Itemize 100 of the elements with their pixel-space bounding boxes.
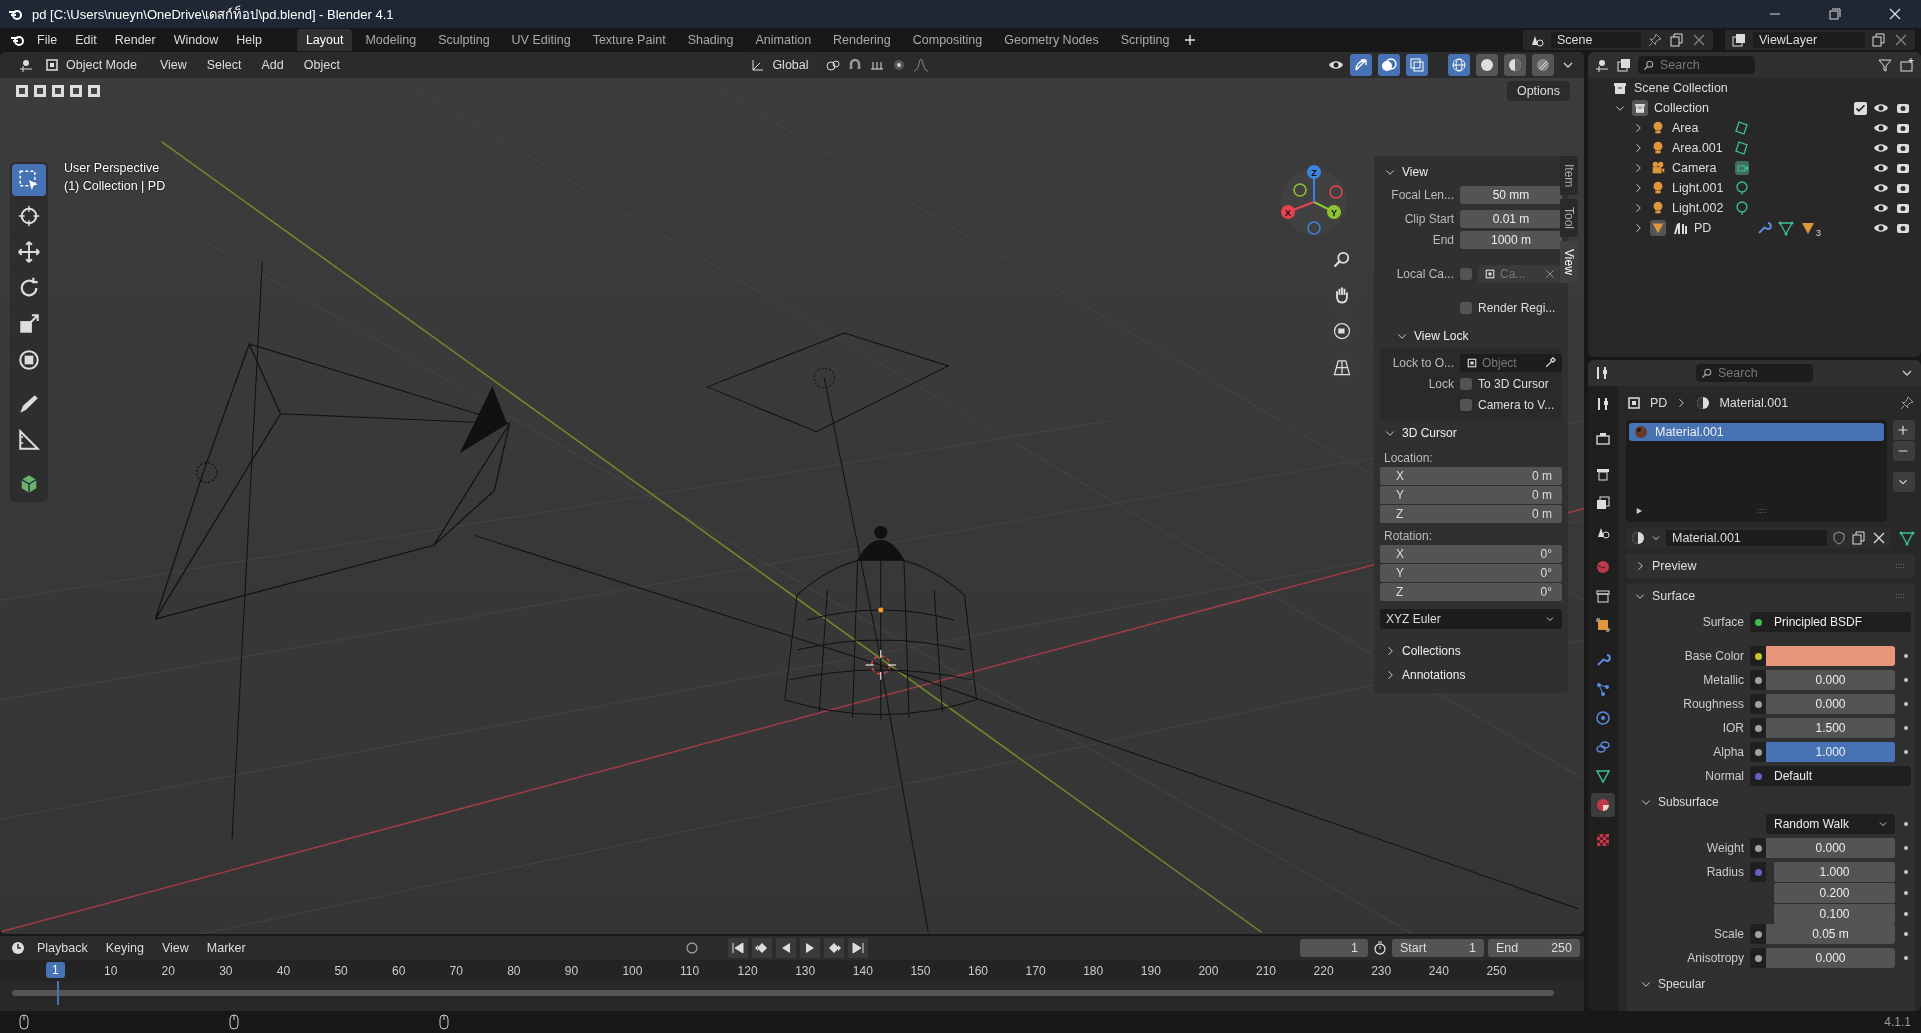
clock-icon[interactable] xyxy=(10,940,26,956)
link-field[interactable]: Default xyxy=(1766,766,1911,786)
keyframe-dot[interactable] xyxy=(1904,870,1908,874)
material-name[interactable]: Material.001 xyxy=(1666,530,1827,546)
keyframe-dot[interactable] xyxy=(1904,822,1908,826)
workspace-tab[interactable]: Modeling xyxy=(356,29,426,51)
checkbox[interactable] xyxy=(1854,101,1867,115)
stopwatch-icon[interactable] xyxy=(1372,940,1388,956)
prev-keyframe-icon[interactable] xyxy=(752,938,773,958)
subpanel-title[interactable]: Specular xyxy=(1658,977,1706,991)
number-field[interactable]: 0.200 xyxy=(1774,883,1895,903)
workspace-tab[interactable]: Shading xyxy=(678,29,743,51)
duplicate-icon[interactable] xyxy=(1851,530,1867,546)
record-icon[interactable] xyxy=(684,940,701,956)
tool-settings-icon[interactable] xyxy=(1594,365,1610,381)
view-layer-selector[interactable]: ViewLayer xyxy=(1725,30,1915,50)
link-field[interactable]: Principled BSDF xyxy=(1766,612,1911,632)
axis-ball[interactable] xyxy=(1281,205,1295,219)
workspace-tab[interactable]: Animation xyxy=(746,29,821,51)
socket-dot[interactable] xyxy=(1754,844,1762,852)
menu-item[interactable]: Playback xyxy=(30,939,95,957)
panel-title[interactable]: Collections xyxy=(1402,644,1461,658)
menu-item[interactable]: View xyxy=(152,56,194,74)
select-box-icon[interactable] xyxy=(12,164,46,196)
socket-dot[interactable] xyxy=(1754,772,1762,780)
number-field[interactable]: Y 0° xyxy=(1380,564,1562,582)
new-collection-icon[interactable] xyxy=(1899,57,1915,73)
next-keyframe-icon[interactable] xyxy=(824,938,845,958)
3d-cursor-icon[interactable] xyxy=(865,649,897,681)
number-field[interactable]: 0.01 m xyxy=(1460,210,1562,228)
rectangle-light-icon[interactable] xyxy=(1734,120,1750,136)
xray-icon[interactable] xyxy=(1406,54,1428,76)
pin-icon[interactable] xyxy=(1899,395,1915,411)
panel-title[interactable]: View xyxy=(1402,165,1428,179)
workspace-tab[interactable]: Scripting xyxy=(1111,29,1179,51)
workspace-tab[interactable]: Compositing xyxy=(903,29,992,51)
editor-type-icon[interactable] xyxy=(18,57,34,73)
slider[interactable]: 0.000 xyxy=(1766,948,1895,968)
axis-ball[interactable] xyxy=(1327,205,1341,219)
material-selector[interactable]: Material.001 xyxy=(1626,528,1891,548)
current-frame-marker[interactable]: 1 xyxy=(46,962,65,978)
workspace-tab[interactable]: Sculpting xyxy=(429,29,499,51)
keyframe-dot[interactable] xyxy=(1904,912,1908,916)
menu-item[interactable]: Keying xyxy=(98,939,151,957)
checkbox[interactable]: Render Regi... xyxy=(1460,301,1556,315)
scrollbar[interactable] xyxy=(12,990,1554,996)
object-field[interactable]: Object xyxy=(1460,354,1562,372)
list-item[interactable]: Material.001 xyxy=(1629,423,1884,441)
workspace-tab[interactable]: Geometry Nodes xyxy=(995,29,1108,51)
select-mode-icon[interactable] xyxy=(86,83,102,99)
checkbox[interactable]: To 3D Cursor xyxy=(1460,377,1549,391)
number-field[interactable]: Z 0 m xyxy=(1380,505,1562,523)
select-mode-icon[interactable] xyxy=(68,83,84,99)
number-field[interactable]: 1.500 xyxy=(1766,718,1895,738)
number-field[interactable]: Y 0 m xyxy=(1380,486,1562,504)
slot-menu-button[interactable] xyxy=(1893,472,1915,492)
keyframe-dot[interactable] xyxy=(1904,702,1908,706)
slider[interactable]: 0.000 xyxy=(1766,670,1895,690)
socket-dot[interactable] xyxy=(1754,868,1762,876)
slider[interactable]: 0.000 xyxy=(1766,838,1895,858)
close-icon[interactable] xyxy=(1871,530,1887,546)
duplicate-icon[interactable] xyxy=(1669,32,1685,48)
eyedropper-icon[interactable] xyxy=(1544,357,1556,369)
current-frame-field[interactable]: 1 xyxy=(1300,939,1368,957)
socket-dot[interactable] xyxy=(1754,748,1762,756)
keyframe-dot[interactable] xyxy=(1904,750,1908,754)
socket-dot[interactable] xyxy=(1754,954,1762,962)
overlapping-circles-icon[interactable] xyxy=(1378,54,1400,76)
socket-dot[interactable] xyxy=(1754,652,1762,660)
restore-icon[interactable] xyxy=(1827,6,1843,22)
filter-icon[interactable] xyxy=(1877,57,1893,73)
menu-item[interactable]: Marker xyxy=(199,939,253,957)
point-light-icon[interactable] xyxy=(1734,180,1750,196)
link-icon[interactable] xyxy=(824,57,841,73)
workspace-tab[interactable]: UV Editing xyxy=(502,29,580,51)
close-icon[interactable] xyxy=(1887,6,1903,22)
tree-item[interactable]: Camera xyxy=(1672,161,1728,175)
number-field[interactable]: 50 mm xyxy=(1460,186,1562,204)
checkbox[interactable] xyxy=(1460,268,1472,280)
color-swatch[interactable] xyxy=(1766,646,1895,666)
number-field[interactable]: 1000 m xyxy=(1460,231,1562,249)
number-field[interactable]: 0.100 xyxy=(1774,904,1895,924)
reverse-play-icon[interactable] xyxy=(776,938,797,958)
tree-item[interactable]: Area xyxy=(1672,121,1728,135)
select-mode-icon[interactable] xyxy=(50,83,66,99)
tree-item[interactable]: Light.001 xyxy=(1672,181,1728,195)
checkbox[interactable]: Camera to V... xyxy=(1460,398,1555,412)
number-field[interactable]: X 0 m xyxy=(1380,467,1562,485)
tree-item[interactable]: PD xyxy=(1694,221,1750,235)
wrench-icon[interactable] xyxy=(1756,220,1772,236)
menu-item[interactable]: Object xyxy=(296,56,347,74)
menu-item[interactable]: Window xyxy=(166,31,226,49)
rotation-mode-dropdown[interactable]: XYZ Euler xyxy=(1380,609,1562,629)
socket-dot[interactable] xyxy=(1754,618,1762,626)
start-frame-field[interactable]: Start 1 xyxy=(1392,939,1484,957)
tree-item[interactable]: Collection xyxy=(1654,101,1709,115)
arrows-icon[interactable] xyxy=(1350,54,1372,76)
negative-axis-ring[interactable] xyxy=(1329,185,1343,199)
workspace-tab[interactable]: Texture Paint xyxy=(583,29,675,51)
workspace-tab[interactable]: Rendering xyxy=(824,29,900,51)
